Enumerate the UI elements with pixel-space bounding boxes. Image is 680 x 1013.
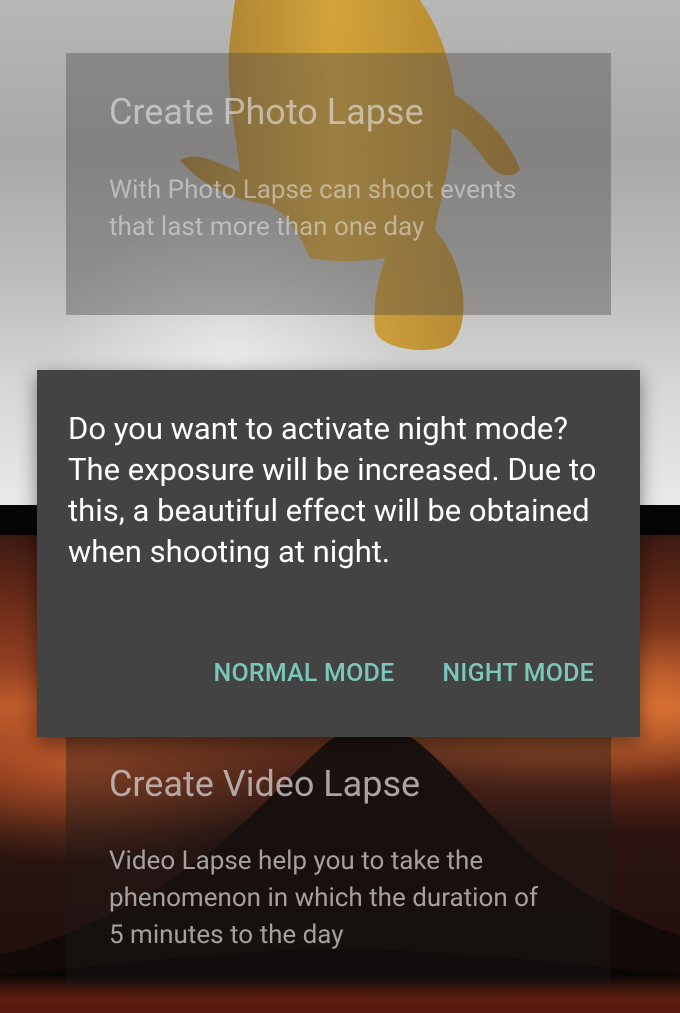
dialog-message: Do you want to activate night mode? The … <box>68 410 597 570</box>
video-lapse-title: Create Video Lapse <box>109 763 421 805</box>
dialog-actions: NORMAL MODE NIGHT MODE <box>214 658 594 690</box>
video-lapse-card[interactable]: Create Video Lapse Video Lapse help you … <box>66 736 611 986</box>
photo-lapse-description: With Photo Lapse can shoot events that l… <box>109 175 517 242</box>
night-mode-button[interactable]: NIGHT MODE <box>442 658 594 690</box>
normal-mode-button[interactable]: NORMAL MODE <box>214 658 395 690</box>
night-mode-dialog: Do you want to activate night mode? The … <box>37 370 640 737</box>
photo-lapse-card[interactable]: Create Photo Lapse With Photo Lapse can … <box>66 53 611 315</box>
photo-lapse-title: Create Photo Lapse <box>109 91 424 133</box>
video-lapse-description: Video Lapse help you to take the phenome… <box>109 846 538 950</box>
